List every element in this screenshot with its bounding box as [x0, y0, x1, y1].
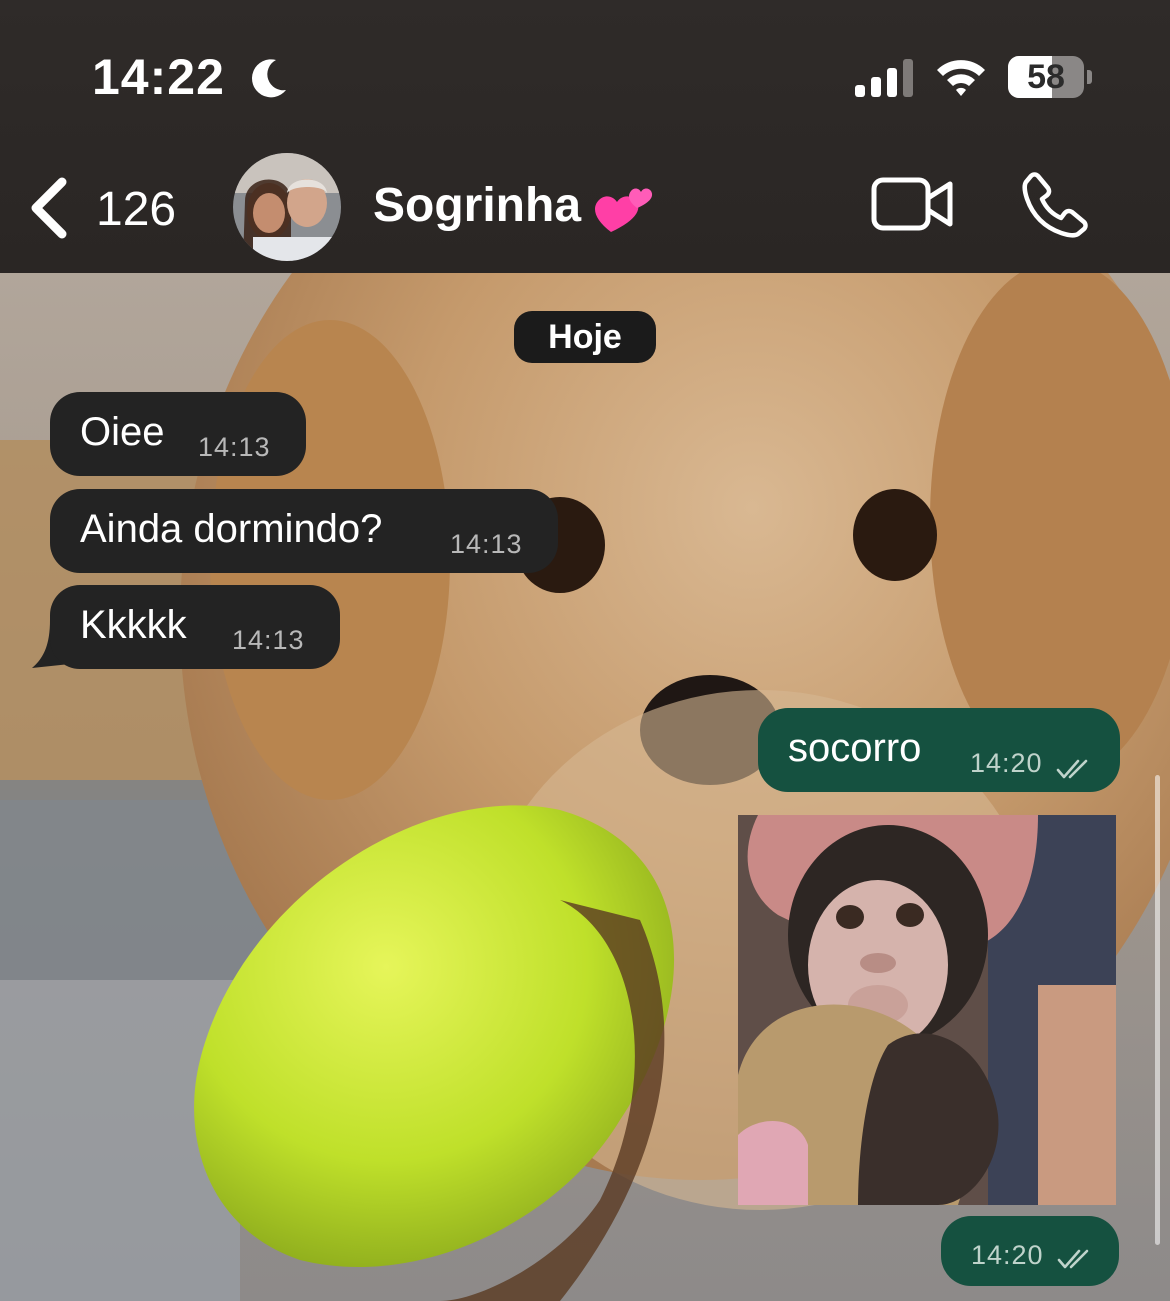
date-separator: Hoje	[514, 311, 656, 363]
voice-call-button[interactable]	[1022, 172, 1088, 243]
image-message[interactable]	[738, 815, 1116, 1205]
message-text: Ainda dormindo?	[80, 507, 383, 551]
message-text: Oiee	[80, 410, 165, 454]
message-text: socorro	[788, 726, 922, 770]
back-button[interactable]: 126	[26, 172, 196, 244]
double-check-icon	[1056, 759, 1088, 779]
message-time: 14:13	[232, 625, 305, 655]
chat-screen: 14:22 58 126 Sogrinha Hoje Oiee 14:13 Ai…	[0, 0, 1170, 1301]
battery-percentage: 58	[1027, 58, 1065, 96]
video-camera-icon	[871, 177, 953, 231]
wifi-icon	[934, 56, 988, 103]
monkey-photo	[738, 815, 1116, 1205]
message-time: 14:13	[450, 529, 523, 559]
image-message-time-bubble: 14:20	[941, 1216, 1119, 1286]
message-bubble-outgoing[interactable]: socorro 14:20	[758, 708, 1120, 792]
cellular-signal-icon	[855, 58, 915, 103]
message-bubble-incoming[interactable]: Ainda dormindo? 14:13	[50, 489, 558, 573]
two-hearts-icon	[593, 178, 653, 241]
chevron-left-icon	[31, 177, 67, 239]
message-bubble-incoming[interactable]: Kkkkk 14:13	[50, 585, 340, 669]
message-time: 14:13	[198, 432, 271, 462]
status-time: 14:22	[92, 49, 225, 105]
phone-icon	[1022, 172, 1088, 238]
message-time: 14:20	[970, 748, 1043, 778]
message-bubble-incoming[interactable]: Oiee 14:13	[50, 392, 306, 476]
contact-name[interactable]: Sogrinha	[373, 178, 581, 233]
battery-icon: 58	[1008, 56, 1092, 98]
double-check-icon	[1057, 1249, 1089, 1269]
scrollbar[interactable]	[1155, 775, 1160, 1245]
video-call-button[interactable]	[870, 176, 954, 237]
message-text: Kkkkk	[80, 603, 187, 647]
chat-header: 14:22 58 126 Sogrinha	[0, 0, 1170, 273]
unread-count: 126	[96, 183, 177, 236]
message-time: 14:20	[971, 1240, 1044, 1270]
moon-icon	[246, 56, 290, 105]
contact-avatar[interactable]	[233, 153, 341, 261]
